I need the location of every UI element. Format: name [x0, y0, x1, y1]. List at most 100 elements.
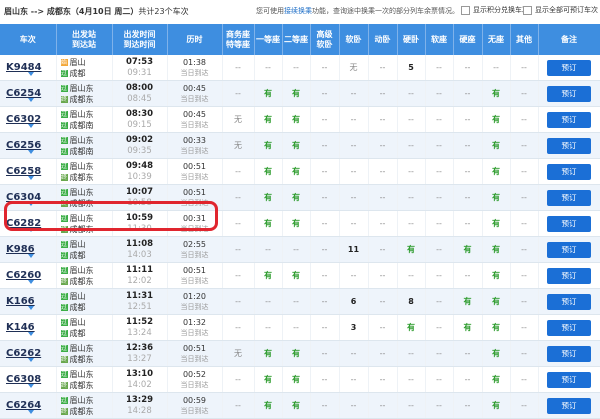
transfer-link[interactable]: 接续换乘 — [284, 7, 312, 15]
seat-availability[interactable]: 有 — [282, 392, 311, 419]
train-number-link[interactable]: C6302 — [6, 114, 41, 125]
arrival-day: 当日到达 — [180, 224, 209, 233]
seat-availability[interactable]: 有 — [254, 366, 283, 393]
seat-availability[interactable]: 有 — [254, 158, 283, 185]
seat-availability[interactable]: 有 — [254, 210, 283, 237]
seat-availability[interactable]: 有 — [453, 314, 483, 341]
stops-dropdown-icon[interactable] — [28, 176, 34, 180]
points-exchange-checkbox[interactable] — [461, 5, 470, 15]
book-button[interactable]: 预订 — [547, 189, 591, 206]
seat-availability[interactable]: 有 — [453, 236, 483, 263]
seat-availability[interactable]: 3 — [339, 314, 369, 341]
seat-availability[interactable]: 有 — [397, 314, 426, 341]
all-bookable-checkbox[interactable] — [523, 5, 532, 15]
column-header[interactable]: 历时 — [167, 24, 223, 55]
book-button[interactable]: 预订 — [547, 85, 591, 102]
stops-dropdown-icon[interactable] — [28, 98, 34, 102]
book-button[interactable]: 预订 — [547, 319, 591, 336]
seat-availability[interactable]: 有 — [282, 366, 311, 393]
points-exchange-option[interactable]: 显示积分兑换车次 — [461, 5, 529, 15]
stops-dropdown-icon[interactable] — [28, 72, 34, 76]
train-number-link[interactable]: C6308 — [6, 374, 41, 385]
seat-availability[interactable]: 有 — [282, 158, 311, 185]
train-number-link[interactable]: C6282 — [6, 218, 41, 229]
seat-availability[interactable]: 有 — [482, 158, 511, 185]
stops-dropdown-icon[interactable] — [28, 150, 34, 154]
seat-availability: 无 — [222, 132, 255, 159]
stops-dropdown-icon[interactable] — [28, 254, 34, 258]
seat-availability[interactable]: 5 — [397, 55, 426, 81]
seat-availability[interactable]: 有 — [282, 262, 311, 289]
to-station: 成都东 — [69, 224, 94, 234]
seat-availability[interactable]: 有 — [482, 288, 511, 315]
seat-availability[interactable]: 有 — [254, 340, 283, 367]
book-button[interactable]: 预订 — [547, 267, 591, 284]
stops-dropdown-icon[interactable] — [28, 384, 34, 388]
seat-availability[interactable]: 有 — [482, 262, 511, 289]
train-number-link[interactable]: C6304 — [6, 192, 41, 203]
all-bookable-option[interactable]: 显示全部可预订车次 — [523, 5, 598, 15]
book-button[interactable]: 预订 — [547, 163, 591, 180]
seat-availability[interactable]: 有 — [254, 80, 283, 107]
seat-availability[interactable]: 8 — [397, 288, 426, 315]
seat-availability[interactable]: 6 — [339, 288, 369, 315]
seat-availability[interactable]: 有 — [482, 392, 511, 419]
seat-availability[interactable]: 有 — [254, 262, 283, 289]
seat-availability[interactable]: 有 — [482, 184, 511, 211]
train-number-link[interactable]: C6260 — [6, 270, 41, 281]
station-type-badge: 过 — [60, 251, 68, 259]
book-button[interactable]: 预订 — [547, 397, 591, 414]
seat-availability[interactable]: 有 — [482, 366, 511, 393]
seat-availability[interactable]: 有 — [482, 80, 511, 107]
stops-dropdown-icon[interactable] — [28, 358, 34, 362]
column-header[interactable]: 出发时间 到达时间 — [112, 24, 168, 55]
seat-availability[interactable]: 11 — [339, 236, 369, 263]
seat-availability: -- — [310, 210, 340, 237]
stops-dropdown-icon[interactable] — [28, 410, 34, 414]
seat-availability[interactable]: 有 — [254, 106, 283, 133]
seat-availability[interactable]: 有 — [482, 132, 511, 159]
train-number-link[interactable]: C6262 — [6, 348, 41, 359]
seat-availability[interactable]: 有 — [254, 392, 283, 419]
stops-dropdown-icon[interactable] — [28, 280, 34, 284]
table-row: C6304 过眉山东终成都东 10:07 10:58 00:51 当日到达 -- 有有 -- --… — [0, 184, 600, 211]
book-button[interactable]: 预订 — [547, 293, 591, 310]
all-bookable-label: 显示全部可预订车次 — [535, 6, 598, 14]
train-number-link[interactable]: C6264 — [6, 400, 41, 411]
seat-availability[interactable]: 有 — [282, 184, 311, 211]
book-button[interactable]: 预订 — [547, 371, 591, 388]
stops-dropdown-icon[interactable] — [28, 332, 34, 336]
seat-availability[interactable]: 有 — [482, 106, 511, 133]
seat-availability: -- — [368, 132, 398, 159]
seat-availability[interactable]: 有 — [482, 236, 511, 263]
seat-availability[interactable]: 有 — [282, 132, 311, 159]
book-button[interactable]: 预订 — [547, 215, 591, 232]
train-number-link[interactable]: K9484 — [6, 62, 42, 73]
book-button[interactable]: 预订 — [547, 59, 591, 76]
seat-availability[interactable]: 有 — [254, 184, 283, 211]
seat-availability: -- — [397, 366, 426, 393]
train-cell: C6308 — [0, 366, 57, 393]
seat-availability[interactable]: 有 — [282, 340, 311, 367]
stops-dropdown-icon[interactable] — [28, 306, 34, 310]
seat-availability[interactable]: 有 — [453, 288, 483, 315]
book-button[interactable]: 预订 — [547, 137, 591, 154]
stops-dropdown-icon[interactable] — [28, 202, 34, 206]
seat-availability[interactable]: 有 — [482, 340, 511, 367]
stops-dropdown-icon[interactable] — [28, 124, 34, 128]
seat-availability[interactable]: 有 — [282, 210, 311, 237]
seat-availability[interactable]: 有 — [254, 132, 283, 159]
book-button[interactable]: 预订 — [547, 345, 591, 362]
book-button[interactable]: 预订 — [547, 241, 591, 258]
seat-availability[interactable]: 有 — [482, 314, 511, 341]
from-station: 眉山 — [69, 239, 86, 249]
train-number-link[interactable]: C6254 — [6, 88, 41, 99]
book-button[interactable]: 预订 — [547, 111, 591, 128]
train-number-link[interactable]: C6258 — [6, 166, 41, 177]
seat-availability[interactable]: 有 — [482, 210, 511, 237]
seat-availability[interactable]: 有 — [397, 236, 426, 263]
stops-dropdown-icon[interactable] — [28, 228, 34, 232]
train-number-link[interactable]: C6256 — [6, 140, 41, 151]
seat-availability[interactable]: 有 — [282, 106, 311, 133]
seat-availability[interactable]: 有 — [282, 80, 311, 107]
